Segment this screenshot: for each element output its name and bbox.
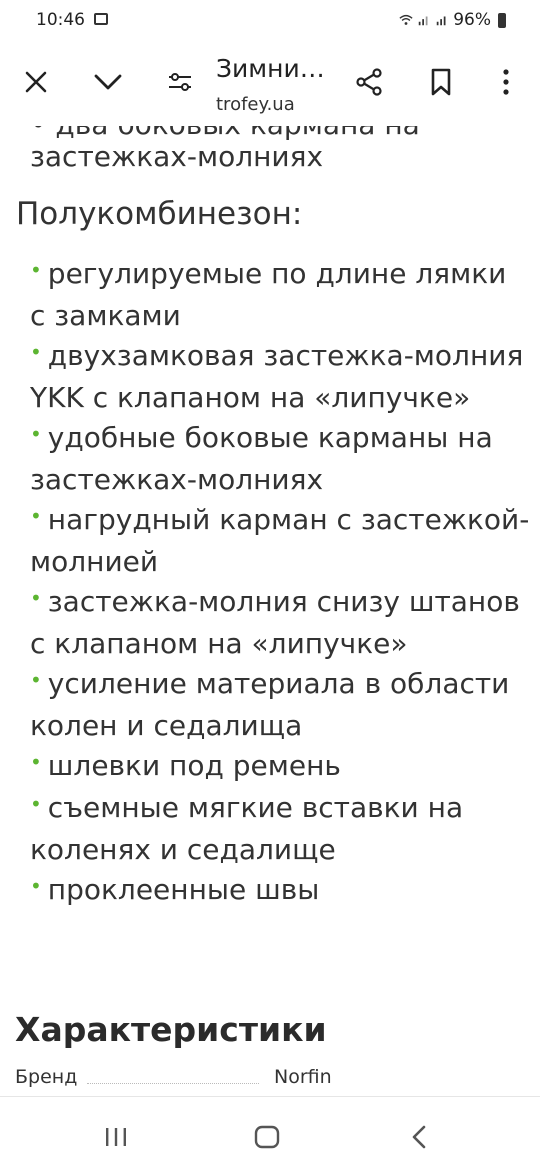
partial-list-item: • два боковых кармана на <box>30 126 420 141</box>
bookmark-button[interactable] <box>419 60 463 104</box>
list-item: • нагрудный карман с застежкой-молнией <box>30 503 530 578</box>
list-item: • застежка-молния снизу штанов с клапаном… <box>30 585 520 660</box>
brand-row: Бренд Norfin <box>15 1066 525 1090</box>
minimize-button[interactable] <box>86 60 130 104</box>
bookmark-icon <box>431 68 451 96</box>
bullet: • <box>30 422 42 446</box>
list-item: • регулируемые по длине лямки с замками <box>30 257 507 332</box>
bullet: • <box>30 340 42 364</box>
signal-icon <box>436 16 446 26</box>
list-item: • проклеенные швы <box>30 873 320 906</box>
wifi-icon <box>399 14 413 25</box>
list-item: • удобные боковые карманы на застежках-мо… <box>30 421 493 496</box>
brand-value[interactable]: Norfin <box>274 1066 332 1088</box>
page-settings-button[interactable] <box>158 60 202 104</box>
bullet: • <box>30 874 42 898</box>
more-vert-icon <box>503 69 509 95</box>
bullet: • <box>30 586 42 610</box>
signal-icon <box>418 16 428 26</box>
list-item: • усиление материала в области колен и се… <box>30 667 510 742</box>
share-icon <box>356 68 382 96</box>
list-item: • шлевки под ремень <box>30 749 341 782</box>
bullet: • <box>30 750 42 774</box>
status-right: 96% <box>399 10 506 30</box>
battery-icon <box>498 12 506 28</box>
gallery-icon <box>94 13 108 25</box>
list-item: • съемные мягкие вставки на коленях и сед… <box>30 791 464 866</box>
home-icon <box>254 1125 280 1149</box>
feature-list: • регулируемые по длине лямки с замками •… <box>30 254 530 912</box>
close-icon <box>25 71 47 93</box>
more-options-button[interactable] <box>484 60 528 104</box>
status-bar: 10:46 96% <box>0 0 540 40</box>
list-item-tail: застежках-молниях <box>30 140 324 173</box>
bullet: • <box>30 258 42 282</box>
brand-label: Бренд <box>15 1066 78 1088</box>
bullet: • <box>30 504 42 528</box>
close-button[interactable] <box>14 60 58 104</box>
page-title: Зимни… <box>216 54 325 83</box>
recents-icon <box>106 1128 126 1146</box>
tune-icon <box>169 73 191 91</box>
bullet: • <box>30 792 42 816</box>
dotted-leader <box>87 1083 259 1084</box>
recents-button[interactable] <box>96 1117 136 1157</box>
back-button[interactable] <box>399 1117 439 1157</box>
home-button[interactable] <box>247 1117 287 1157</box>
bullet: • <box>30 668 42 692</box>
share-button[interactable] <box>347 60 391 104</box>
characteristics-heading: Характеристики <box>15 1010 327 1049</box>
back-icon <box>412 1125 426 1149</box>
browser-toolbar: Зимни… trofey.ua <box>0 40 540 126</box>
status-time: 10:46 <box>36 10 85 30</box>
page-content: • два боковых кармана на застежках-молни… <box>0 126 540 1096</box>
battery-percent: 96% <box>453 10 491 30</box>
navigation-bar <box>0 1096 540 1171</box>
page-url: trofey.ua <box>216 94 295 115</box>
list-item: • двухзамковая застежка-молния YKK с клап… <box>30 339 524 414</box>
section-heading: Полукомбинезон: <box>16 196 303 232</box>
chevron-down-icon <box>94 74 122 90</box>
